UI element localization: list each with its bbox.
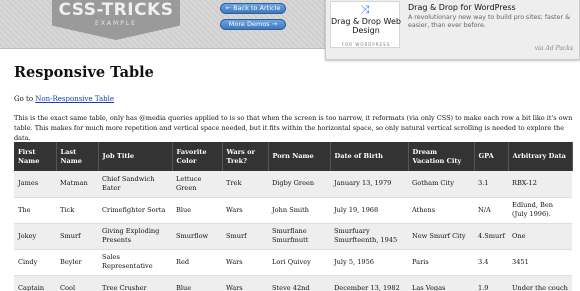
table-cell: Smurfuary Smurfteenth, 1945: [330, 223, 408, 250]
site-header: CSS-TRICKS EXAMPLE ← Back to Article Mor…: [0, 0, 580, 60]
table-cell: Cool: [56, 275, 98, 291]
table-cell: Crimefighter Sorta: [98, 197, 172, 224]
table-cell: Edlund, Ben (July 1996).: [508, 197, 572, 224]
table-cell: Paris: [408, 249, 474, 276]
table-cell: Giving Exploding Presents: [98, 223, 172, 250]
column-header: Arbitrary Data: [508, 142, 573, 171]
table-cell: Las Vegas: [408, 275, 474, 291]
table-cell: Wars: [222, 249, 268, 276]
table-cell: 3.1: [474, 171, 508, 198]
table-cell: Trek: [222, 171, 268, 198]
table-cell: RBX-12: [508, 171, 572, 198]
column-header: Wars or Trek?: [222, 142, 269, 171]
back-to-article-button[interactable]: ← Back to Article: [220, 3, 286, 14]
table-cell: Smurflane Smurfmutt: [268, 223, 330, 250]
table-cell: Under the couch: [508, 275, 572, 291]
logo-text: CSS-TRICKS: [58, 0, 174, 20]
goto-prefix: Go to: [14, 95, 36, 103]
more-demos-button[interactable]: More Demos →: [220, 19, 286, 30]
ad-book-title: Drag & Drop Web Design: [331, 17, 401, 35]
table-cell: Blue: [172, 275, 222, 291]
column-header: Dream Vacation City: [408, 142, 475, 171]
table-cell: 3451: [508, 249, 572, 276]
table-cell: Athens: [408, 197, 474, 224]
table-cell: 4.Smurf: [474, 223, 508, 250]
column-header: GPA: [474, 142, 509, 171]
ad-via-link[interactable]: via Ad Packs: [535, 45, 573, 52]
table-cell: John Smith: [268, 197, 330, 224]
table-row: Cindy Beyler Sales Representative Red Wa…: [14, 249, 572, 276]
ad-book-subtitle: FOR WORDPRESS: [341, 42, 391, 47]
table-cell: Lori Quivey: [268, 249, 330, 276]
table-row: Jokey Smurf Giving Exploding Presents Sm…: [14, 223, 572, 250]
table-cell: July 19, 1968: [330, 197, 408, 224]
table-cell: Tree Crusher: [98, 275, 172, 291]
table-cell: Cindy: [14, 249, 56, 276]
column-header: Job Title: [98, 142, 173, 171]
table-cell: Smurflow: [172, 223, 222, 250]
table-cell: Sales Representative: [98, 249, 172, 276]
table-header-row: First Name Last Name Job Title Favorite …: [14, 142, 573, 171]
table-cell: Blue: [172, 197, 222, 224]
ad-title[interactable]: Drag & Drop for WordPress: [408, 3, 516, 12]
non-responsive-table-link[interactable]: Non-Responsive Table: [35, 95, 114, 103]
table-cell: Gotham City: [408, 171, 474, 198]
ad-banner[interactable]: ⤨ Drag & Drop Web Design FOR WORDPRESS D…: [325, 0, 580, 60]
table-cell: Smurf: [56, 223, 98, 250]
table-cell: December 13, 1982: [330, 275, 408, 291]
column-header: Date of Birth: [330, 142, 409, 171]
table-row: James Matman Chief Sandwich Eater Lettuc…: [14, 171, 572, 198]
table-cell: Lettuce Green: [172, 171, 222, 198]
column-header: Favorite Color: [172, 142, 223, 171]
page-title: Responsive Table: [14, 64, 154, 81]
column-header: First Name: [14, 142, 57, 171]
table-cell: 3.4: [474, 249, 508, 276]
table-cell: Jokey: [14, 223, 56, 250]
logo-subtitle: EXAMPLE: [95, 20, 137, 27]
data-table: First Name Last Name Job Title Favorite …: [14, 142, 573, 291]
table-cell: Wars: [222, 197, 268, 224]
table-cell: July 5, 1956: [330, 249, 408, 276]
column-header: Porn Name: [268, 142, 331, 171]
table-cell: Chief Sandwich Eater: [98, 171, 172, 198]
column-header: Last Name: [56, 142, 99, 171]
table-cell: The: [14, 197, 56, 224]
goto-line: Go to Non-Responsive Table: [14, 95, 114, 103]
table-cell: Red: [172, 249, 222, 276]
page-description: This is the exact same table, only has @…: [14, 114, 573, 142]
ad-book-cover[interactable]: ⤨ Drag & Drop Web Design FOR WORDPRESS: [330, 1, 401, 48]
table-cell: Digby Green: [268, 171, 330, 198]
table-cell: Steve 42nd: [268, 275, 330, 291]
table-cell: N/A: [474, 197, 508, 224]
table-cell: Beyler: [56, 249, 98, 276]
table-cell: 1.9: [474, 275, 508, 291]
table-row: The Tick Crimefighter Sorta Blue Wars Jo…: [14, 197, 572, 224]
table-cell: New Smurf City: [408, 223, 474, 250]
table-cell: James: [14, 171, 56, 198]
table-cell: Matman: [56, 171, 98, 198]
shuffle-icon: ⤨: [360, 3, 370, 16]
table-cell: Wars: [222, 275, 268, 291]
table-cell: Smurf: [222, 223, 268, 250]
ad-description: A revolutionary new way to build pro sit…: [408, 14, 571, 29]
table-cell: January 13, 1979: [330, 171, 408, 198]
table-cell: Captain: [14, 275, 56, 291]
table-cell: Tick: [56, 197, 98, 224]
css-tricks-logo[interactable]: CSS-TRICKS EXAMPLE: [52, 0, 180, 40]
table-cell: One: [508, 223, 572, 250]
table-row: Captain Cool Tree Crusher Blue Wars Stev…: [14, 275, 572, 291]
